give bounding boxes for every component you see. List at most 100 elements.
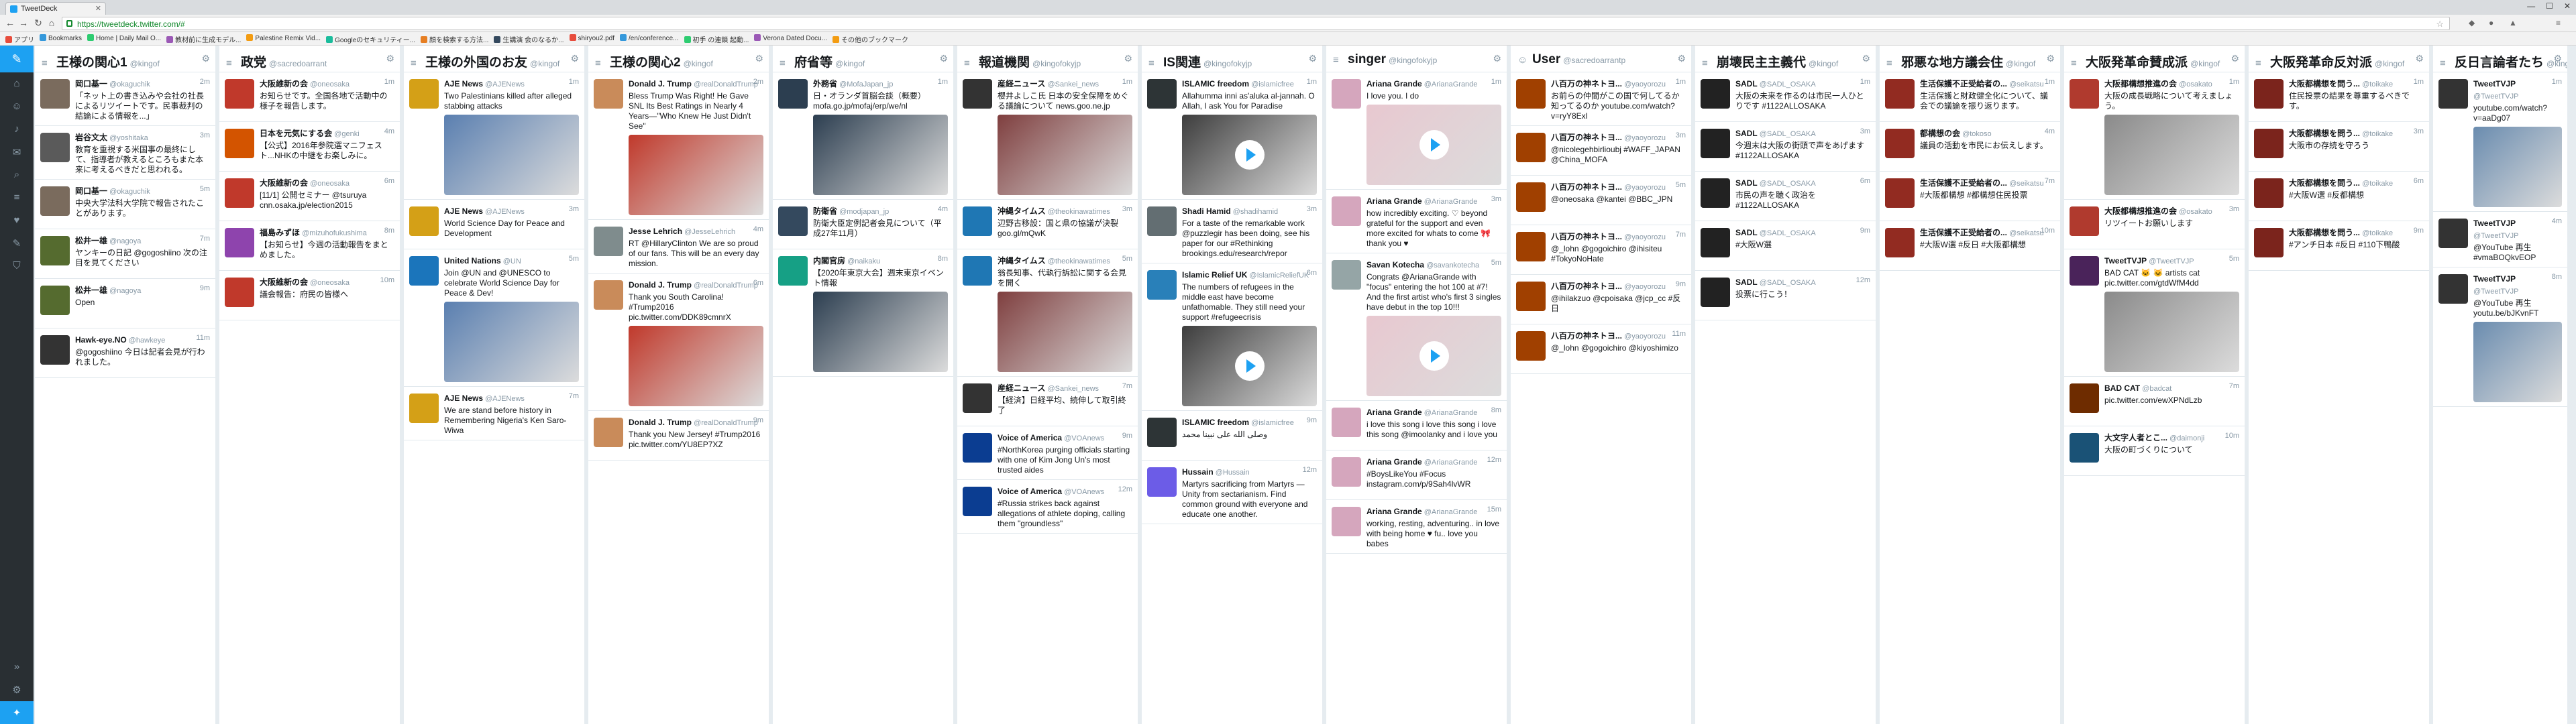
tweet-media[interactable] <box>629 326 763 406</box>
tweet[interactable]: 産経ニュース @Sankei_news 1m 櫻井よしこ氏 日本の安全保障をめぐる議… <box>957 72 1138 200</box>
column-options-icon[interactable]: ⚙ <box>2231 53 2239 64</box>
tweet-author-name[interactable]: 八百万の神ネトヨ... <box>1551 79 1622 88</box>
tweet-author-name[interactable]: ISLAMIC freedom <box>1182 79 1249 88</box>
column-options-icon[interactable]: ⚙ <box>1493 53 1501 64</box>
column-header[interactable]: ≡ 王様の関心2 @kingof ⚙ <box>588 46 769 72</box>
avatar[interactable] <box>963 79 992 109</box>
tweet-author-name[interactable]: Donald J. Trump <box>629 79 692 88</box>
tweet[interactable]: Hawk-eye.NO @hawkeye 11m @gogoshiino 今日は記者… <box>35 328 215 378</box>
tweet-author-name[interactable]: 大阪都構想を問う... <box>2289 129 2360 138</box>
bookmark-item[interactable]: 顔を検索する方法... <box>421 34 488 44</box>
tweet-timestamp[interactable]: 5m <box>200 185 210 193</box>
tweet[interactable]: BAD CAT @badcat 7m pic.twitter.com/ewXPNdL… <box>2064 377 2245 426</box>
tweet-author-handle[interactable]: @SADL_OSAKA <box>1758 130 1816 138</box>
avatar[interactable] <box>225 178 254 208</box>
tweet-media[interactable] <box>2104 115 2239 195</box>
play-video-icon[interactable] <box>1234 140 1265 170</box>
tweet-timestamp[interactable]: 9m <box>200 284 210 292</box>
tweet-author-name[interactable]: 八百万の神ネトヨ... <box>1551 182 1622 192</box>
column-header[interactable]: ≡ 報道機関 @kingofokyjp ⚙ <box>957 46 1138 72</box>
tweet-author-handle[interactable]: @yaoyorozu <box>1622 333 1666 341</box>
tweet-timestamp[interactable]: 12m <box>1856 276 1870 284</box>
tweet-author-name[interactable]: 生活保護不正受給者の... <box>1920 79 2007 88</box>
tweet-timestamp[interactable]: 9m <box>1307 416 1317 424</box>
tweet[interactable]: 生活保護不正受給者の... @seikatsu 7m #大阪都構想 #都構想住民投票 <box>1880 172 2060 221</box>
tweet[interactable]: Voice of America @VOAnews 9m #NorthKorea p… <box>957 426 1138 480</box>
tweet-author-handle[interactable]: @SADL_OSAKA <box>1758 180 1816 188</box>
tweet-author-handle[interactable]: @nagoya <box>107 237 141 245</box>
tweet-timestamp[interactable]: 5m <box>2229 255 2239 263</box>
tweet-author-handle[interactable]: @AJENews <box>483 395 525 403</box>
avatar[interactable] <box>2070 433 2099 463</box>
tweet-author-name[interactable]: 内閣官房 <box>813 256 845 265</box>
tweet[interactable]: 大阪維新の会 @oneosaka 10m 議会報告：府民の皆様へ <box>219 271 400 320</box>
tweet-timestamp[interactable]: 7m <box>1676 231 1686 239</box>
column[interactable]: ≡ singer @kingofokyjp ⚙ Ariana Grande @Arian… <box>1326 46 1507 724</box>
avatar[interactable] <box>1147 206 1177 236</box>
tweet-author-name[interactable]: Ariana Grande <box>1366 457 1422 467</box>
tweet-timestamp[interactable]: 1m <box>1676 78 1686 86</box>
bookmark-item[interactable]: Palestine Remix Vid... <box>246 34 321 42</box>
tweet-timestamp[interactable]: 4m <box>2045 127 2055 135</box>
bookmark-item[interactable]: Bookmarks <box>40 34 82 42</box>
tweet-timestamp[interactable]: 9m <box>1676 280 1686 288</box>
column-header[interactable]: ≡ IS関連 @kingofokyjp ⚙ <box>1142 46 1322 72</box>
tweet[interactable]: SADL @SADL_OSAKA 1m 大阪の未来を作るのは市民一人ひとりです #1… <box>1695 72 1876 122</box>
avatar[interactable] <box>1701 278 1730 307</box>
tweet-author-handle[interactable]: @tokoso <box>1960 130 1992 138</box>
tweet-author-handle[interactable]: @Sankei_news <box>1045 385 1099 393</box>
bookmark-item[interactable]: その他のブックマーク <box>833 34 908 44</box>
avatar[interactable] <box>594 79 623 109</box>
column-header[interactable]: ≡反日言論者たち@kingof⚙ <box>2433 46 2567 72</box>
tweet-author-handle[interactable]: @toikake <box>2360 180 2393 188</box>
tweet-timestamp[interactable]: 3m <box>2414 127 2424 135</box>
tweet-timestamp[interactable]: 3m <box>1122 205 1132 213</box>
tweet-timestamp[interactable]: 3m <box>1491 195 1501 203</box>
avatar[interactable] <box>2438 274 2468 304</box>
column-header[interactable]: ≡ singer @kingofokyjp ⚙ <box>1326 46 1507 72</box>
avatar[interactable] <box>1332 507 1361 536</box>
column-options-icon[interactable]: ⚙ <box>1677 53 1686 64</box>
avatar[interactable] <box>2438 79 2468 109</box>
column[interactable]: ≡ 大阪発革命賛成派 @kingof ⚙ 大阪都構想推進の会 @osakato 1m 大阪の… <box>2064 46 2245 724</box>
tweet-author-handle[interactable]: @okaguchik <box>107 188 150 196</box>
tweet-author-name[interactable]: United Nations <box>444 256 501 265</box>
avatar[interactable] <box>1332 260 1361 290</box>
tweet-author-handle[interactable]: @ArianaGrande <box>1422 508 1478 516</box>
tweet[interactable]: 大阪都構想を問う... @toikake 3m 大阪市の存続を守ろう <box>2249 122 2429 172</box>
tweet[interactable]: TweetTVJP @TweetTVJP 4m @YouTube 再生 #vmaBO… <box>2433 212 2567 267</box>
tweet-author-name[interactable]: 八百万の神ネトヨ... <box>1551 133 1622 142</box>
avatar[interactable] <box>1885 79 1915 109</box>
avatar[interactable] <box>594 280 623 310</box>
tweet-author-handle[interactable]: @modjapan_jp <box>837 208 889 216</box>
tweet[interactable]: 岡口基一 @okaguchik 2m 「ネット上の書き込みや会社の社長によるリツイー… <box>35 72 215 126</box>
tweet[interactable]: Ariana Grande @ArianaGrande 15m working, r… <box>1326 500 1507 554</box>
tweet-author-handle[interactable]: @oneosaka <box>308 80 350 88</box>
tweet-author-handle[interactable]: @seikatsu <box>2007 80 2044 88</box>
tweet-timestamp[interactable]: 1m <box>384 78 394 86</box>
tweet-author-handle[interactable]: @MofaJapan_jp <box>837 80 893 88</box>
tweet-timestamp[interactable]: 6m <box>2414 177 2424 185</box>
tweet-timestamp[interactable]: 1m <box>1860 78 1870 86</box>
column[interactable]: ≡ 崩壊民主主義代 @kingof ⚙ SADL @SADL_OSAKA 1m 大阪の未来を… <box>1695 46 1876 724</box>
tweet-timestamp[interactable]: 15m <box>1487 505 1501 514</box>
avatar[interactable] <box>2254 129 2284 158</box>
tweet[interactable]: Voice of America @VOAnews 12m #Russia stri… <box>957 480 1138 534</box>
tweet-author-handle[interactable]: @TweetTVJP <box>2473 93 2518 101</box>
tweet-author-handle[interactable]: @toikake <box>2360 130 2393 138</box>
compose-tweet-button[interactable]: ✎ <box>0 46 34 72</box>
minimize-icon[interactable]: — <box>2527 1 2535 11</box>
tweet[interactable]: AJE News @AJENews 1m Two Palestinians kill… <box>404 72 584 200</box>
tweet-timestamp[interactable]: 4m <box>938 205 948 213</box>
tweet-author-name[interactable]: 大阪都構想推進の会 <box>2104 206 2177 216</box>
settings-gear-icon[interactable]: ⚙ <box>0 678 34 701</box>
tweet[interactable]: 生活保護不正受給者の... @seikatsu 1m 生活保護と財政健全化について、… <box>1880 72 2060 122</box>
tweet-timestamp[interactable]: 4m <box>2552 217 2562 225</box>
tweet-author-name[interactable]: TweetTVJP <box>2473 274 2516 284</box>
tweet[interactable]: Jesse Lehrich @JesseLehrich 4m RT @Hillary… <box>588 220 769 274</box>
extension-icon[interactable]: ▲ <box>2509 18 2517 27</box>
tweet[interactable]: Donald J. Trump @realDonaldTrump 2m Bless … <box>588 72 769 220</box>
column-options-icon[interactable]: ⚙ <box>1862 53 1870 64</box>
tweet[interactable]: 大阪都構想を問う... @toikake 1m 住民投票の結果を尊重するべきです。 <box>2249 72 2429 122</box>
tweet[interactable]: 八百万の神ネトヨ... @yaoyorozu 9m @ihilakzuo @cpoi… <box>1511 275 1691 324</box>
